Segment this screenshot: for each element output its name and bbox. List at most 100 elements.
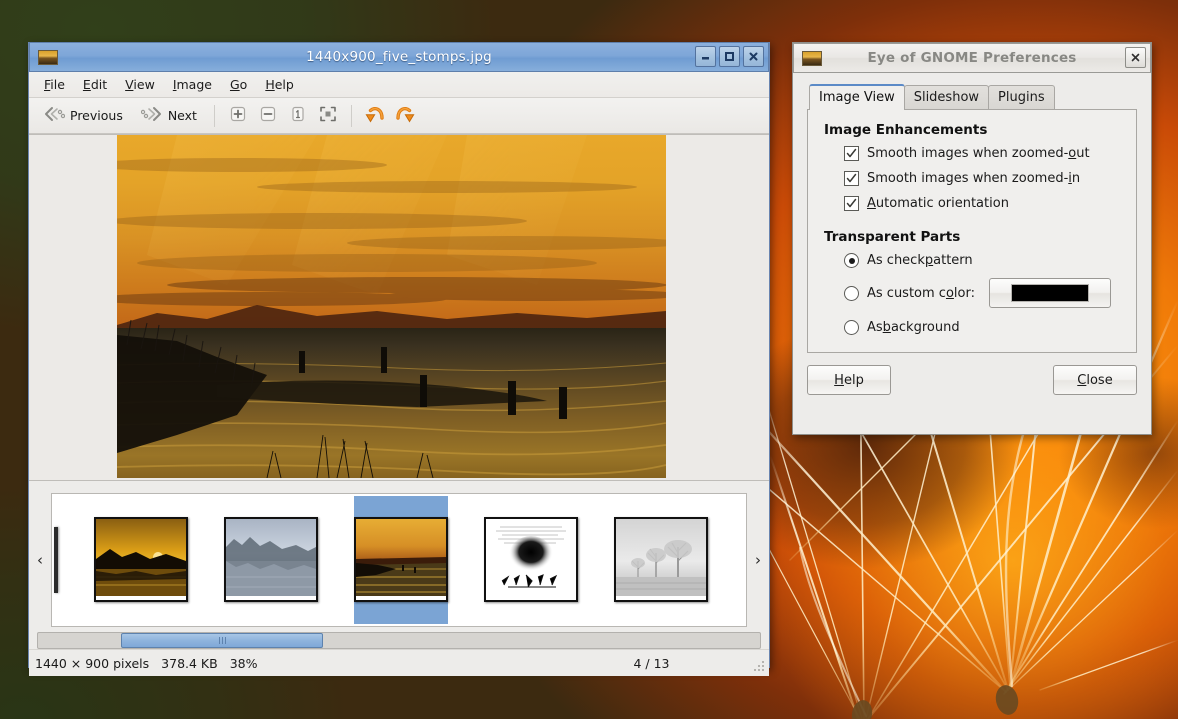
tab-image-view[interactable]: Image View <box>809 84 905 110</box>
list-item-selected[interactable] <box>354 495 448 624</box>
list-item[interactable] <box>94 496 188 624</box>
option-accel: o <box>1068 146 1077 161</box>
help-button[interactable]: Help <box>807 365 891 395</box>
zoom-in-icon <box>228 104 248 128</box>
radio-as-check-pattern[interactable]: As check p attern <box>844 253 1122 268</box>
resize-grip[interactable] <box>752 659 766 673</box>
custom-color-button[interactable] <box>988 278 1111 308</box>
rotate-clockwise-button[interactable] <box>391 102 419 130</box>
close-accel: C <box>1077 372 1087 388</box>
radio-as-custom-color[interactable]: As custom c o lor: <box>844 278 1122 308</box>
normal-size-button[interactable] <box>284 102 312 130</box>
dark-scribble-art-thumb <box>484 517 578 602</box>
option-label-pre: Smooth images when zoomed- <box>867 171 1069 186</box>
zoom-out-icon <box>258 104 278 128</box>
checkbox-icon <box>844 171 859 186</box>
option-label-post: attern <box>933 253 973 268</box>
menu-view[interactable]: View <box>116 75 164 94</box>
maximize-button[interactable] <box>719 46 740 67</box>
color-swatch <box>1010 284 1089 302</box>
toolbar-separator-1 <box>213 104 215 127</box>
rotate-counterclockwise-button[interactable] <box>361 102 389 130</box>
viewer-title: 1440x900_five_stomps.jpg <box>306 49 492 65</box>
close-button[interactable] <box>743 46 764 67</box>
prefs-tabs: Image View Slideshow Plugins <box>809 83 1137 110</box>
option-label-post: n <box>1071 171 1081 186</box>
scrollbar-grip-icon <box>218 637 226 644</box>
previous-button[interactable]: Previous <box>35 100 131 131</box>
tab-plugins[interactable]: Plugins <box>988 85 1055 110</box>
prefs-button-row: Help Close <box>793 353 1151 395</box>
statusbar: 1440 × 900 pixels 378.4 KB 38% 4 / 13 <box>29 649 769 676</box>
viewer-titlebar[interactable]: 1440x900_five_stomps.jpg <box>29 42 769 72</box>
checkbox-smooth-zoomed-out[interactable]: Smooth images when zoomed-o ut <box>844 146 1122 161</box>
sunset-stomps-thumb <box>354 517 448 602</box>
prefs-body: Image View Slideshow Plugins Image Enhan… <box>793 73 1151 353</box>
zoom-out-button[interactable] <box>254 102 282 130</box>
menu-image[interactable]: Image <box>164 75 221 94</box>
prefs-titlebar[interactable]: Eye of GNOME Preferences <box>793 43 1151 73</box>
radio-as-background[interactable]: As b ackground <box>844 320 1122 335</box>
previous-arrow-icon <box>43 105 66 126</box>
radio-icon-selected <box>844 253 859 268</box>
option-accel: p <box>924 253 934 268</box>
option-label-post: lor: <box>953 285 975 301</box>
tab-slideshow[interactable]: Slideshow <box>903 85 990 110</box>
menu-edit[interactable]: Edit <box>74 75 116 94</box>
thumbnail-partial-left <box>54 526 58 593</box>
prefs-close-button[interactable] <box>1125 47 1146 68</box>
next-arrow-icon <box>140 105 163 126</box>
toolbar: Previous Next <box>29 98 769 134</box>
checkbox-automatic-orientation[interactable]: Automatic orientation <box>844 196 1122 211</box>
transparent-parts-heading: Transparent Parts <box>824 229 961 245</box>
checkbox-smooth-zoomed-in[interactable]: Smooth images when zoomed-i n <box>844 171 1122 186</box>
radio-icon <box>844 320 859 335</box>
thumbnail-next-arrow[interactable]: › <box>747 487 769 632</box>
zoom-in-button[interactable] <box>224 102 252 130</box>
normal-size-icon <box>288 104 308 128</box>
image-counter: 4 / 13 <box>633 655 670 671</box>
preferences-dialog: Eye of GNOME Preferences Image View Slid… <box>792 42 1152 435</box>
rotate-counterclockwise-icon <box>363 102 387 130</box>
best-fit-icon <box>318 104 338 128</box>
list-item[interactable] <box>224 496 318 624</box>
menu-go-label: G <box>229 77 240 92</box>
thumbnail-strip[interactable] <box>51 492 747 627</box>
menu-go-rest: o <box>239 77 248 92</box>
help-accel: H <box>834 372 844 388</box>
option-label-post: utomatic orientation <box>875 196 1009 211</box>
help-label: elp <box>843 372 864 388</box>
list-item[interactable] <box>614 496 708 624</box>
option-label-pre: As <box>867 320 883 335</box>
best-fit-button[interactable] <box>314 102 342 130</box>
list-item[interactable] <box>484 496 578 624</box>
menu-edit-label: E <box>82 77 91 92</box>
previous-label: Previous <box>70 108 123 123</box>
viewer-window-controls <box>695 46 764 67</box>
menu-help-label: H <box>265 77 275 92</box>
toolbar-separator-2 <box>350 104 352 127</box>
next-label: Next <box>167 108 197 123</box>
next-button[interactable]: Next <box>133 100 205 131</box>
thumbnail-prev-arrow[interactable]: ‹ <box>29 487 51 632</box>
checkbox-icon <box>844 196 859 211</box>
image-display-area[interactable] <box>29 134 769 481</box>
close-dialog-button[interactable]: Close <box>1053 365 1137 395</box>
option-label-post: ackground <box>890 320 960 335</box>
horizontal-scrollbar[interactable] <box>37 632 761 649</box>
minimize-button[interactable] <box>695 46 716 67</box>
menu-help[interactable]: Help <box>256 75 303 94</box>
option-label-pre: Smooth images when zoomed- <box>867 146 1069 161</box>
radio-icon <box>844 285 859 301</box>
menu-file[interactable]: File <box>35 75 74 94</box>
prefs-window-controls <box>1125 47 1146 68</box>
application-icon <box>38 49 58 65</box>
option-accel: o <box>945 285 954 301</box>
menu-go[interactable]: Go <box>221 75 256 94</box>
displayed-image <box>117 135 666 478</box>
scrollbar-thumb[interactable] <box>121 633 323 648</box>
prefs-application-icon <box>802 50 822 66</box>
option-label-pre: As check <box>867 253 925 268</box>
menu-view-rest: iew <box>133 77 155 92</box>
thumbnail-scrollbar-row <box>29 632 769 649</box>
